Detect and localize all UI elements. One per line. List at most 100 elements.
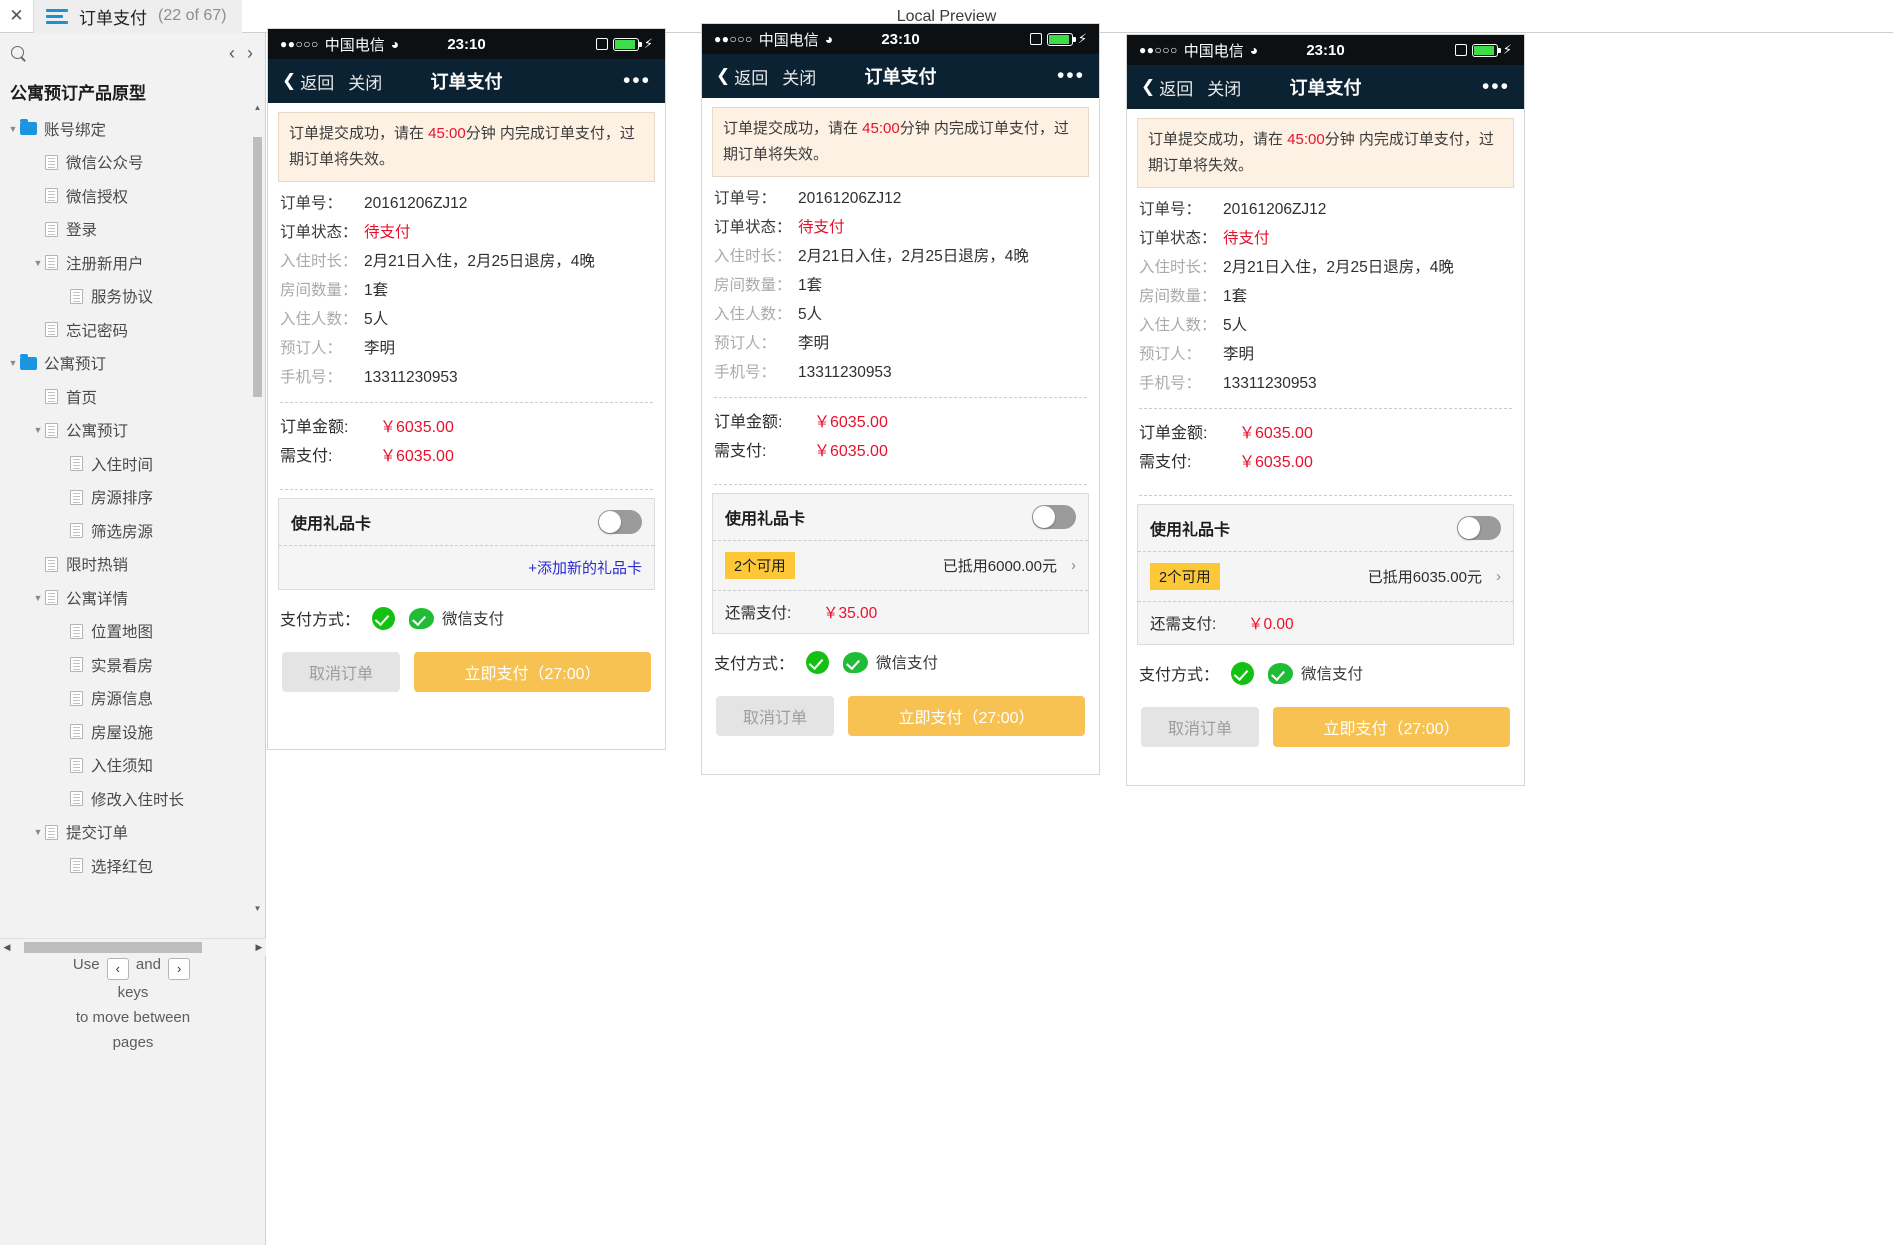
order-detail-value: 1套: [364, 282, 389, 299]
tree-item[interactable]: ▼房源信息: [0, 682, 265, 716]
order-detail-label: 手机号：: [714, 364, 777, 381]
back-button[interactable]: 返回: [734, 64, 768, 89]
tree-item[interactable]: ▼房源排序: [0, 481, 265, 515]
more-dots-icon[interactable]: •••: [1482, 75, 1510, 99]
tree-item[interactable]: ▼ 公寓预订: [0, 414, 265, 448]
close-button[interactable]: 关闭: [1207, 75, 1241, 100]
tree-item[interactable]: ▼选择红包: [0, 849, 265, 883]
cancel-order-button[interactable]: 取消订单: [716, 696, 834, 736]
sidebar-vertical-scrollbar[interactable]: ▲ ▼: [253, 103, 262, 913]
tree-item[interactable]: ▼实景看房: [0, 648, 265, 682]
tree-item[interactable]: ▼ 公寓预订: [0, 347, 265, 381]
sidebar: ‹ › 公寓预订产品原型 ▼账号绑定▼微信公众号▼微信授权▼登录▼注册新用户▼服…: [0, 33, 266, 1245]
tree-item[interactable]: ▼位置地图: [0, 615, 265, 649]
order-detail-value: 李明: [1223, 346, 1255, 363]
scroll-up-icon[interactable]: ▲: [253, 103, 262, 112]
order-detail-label: 订单号：: [1139, 201, 1202, 218]
tree-item[interactable]: ▼首页: [0, 380, 265, 414]
remaining-payable-row: 还需支付: ￥35.00: [713, 590, 1088, 633]
order-detail-label: 预订人：: [280, 340, 343, 357]
chevron-left-icon[interactable]: ❮: [716, 66, 730, 86]
tree-item[interactable]: ▼登录: [0, 213, 265, 247]
tree-item[interactable]: ▼房屋设施: [0, 715, 265, 749]
order-detail-value: 待支付: [798, 219, 845, 236]
order-detail-label: 房间数量：: [280, 282, 358, 299]
caret-down-icon[interactable]: ▼: [31, 593, 45, 603]
payable-value: ￥6035.00: [380, 448, 454, 465]
caret-down-icon[interactable]: ▼: [31, 425, 45, 435]
gift-card-toggle[interactable]: [1032, 505, 1076, 529]
search-icon[interactable]: [10, 45, 27, 62]
tree-item-label: 忘记密码: [66, 322, 129, 340]
back-button[interactable]: 返回: [1159, 75, 1193, 100]
gift-card-toggle[interactable]: [1457, 516, 1501, 540]
project-title: 公寓预订产品原型: [10, 84, 146, 103]
gift-card-toggle[interactable]: [598, 510, 642, 534]
check-circle-icon[interactable]: [372, 606, 395, 630]
cancel-order-button[interactable]: 取消订单: [282, 652, 400, 692]
tree-item[interactable]: ▼微信公众号: [0, 146, 265, 180]
tree-item[interactable]: ▼入住须知: [0, 749, 265, 783]
pay-now-button[interactable]: 立即支付（27:00）: [414, 652, 651, 692]
chevron-left-icon[interactable]: ❮: [1141, 77, 1155, 97]
close-button[interactable]: 关闭: [782, 64, 816, 89]
order-details: 订单号： 20161206ZJ12 订单状态： 待支付 入住时长： 2月21日入…: [1127, 188, 1524, 400]
gift-card-used-row[interactable]: 已抵用6035.00元 ›: [1368, 566, 1501, 587]
gift-card-used-amount: 已抵用6000.00元: [942, 558, 1057, 575]
close-icon[interactable]: ✕: [0, 0, 34, 33]
check-circle-icon[interactable]: [1231, 661, 1254, 685]
check-circle-icon[interactable]: [806, 650, 829, 674]
page-icon: [45, 590, 58, 606]
tree-item[interactable]: ▼忘记密码: [0, 313, 265, 347]
page-icon: [45, 188, 58, 204]
caret-down-icon[interactable]: ▼: [6, 124, 20, 134]
more-dots-icon[interactable]: •••: [1057, 64, 1085, 88]
tree-item[interactable]: ▼服务协议: [0, 280, 265, 314]
order-amount-label: 订单金额:: [1139, 425, 1208, 442]
caret-down-icon[interactable]: ▼: [31, 827, 45, 837]
chevron-left-icon[interactable]: ❮: [282, 71, 296, 91]
prev-page-button[interactable]: ‹: [229, 44, 235, 62]
tree-item[interactable]: ▼ 注册新用户: [0, 246, 265, 280]
tree-item[interactable]: ▼限时热销: [0, 548, 265, 582]
order-detail-value: 待支付: [364, 224, 411, 241]
order-detail-value: 1套: [1223, 288, 1248, 305]
back-button[interactable]: 返回: [300, 69, 334, 94]
order-detail-row: 入住人数： 5人: [1139, 311, 1512, 340]
order-detail-label: 入住时长：: [714, 248, 792, 265]
order-detail-row: 房间数量： 1套: [280, 276, 653, 305]
remaining-payable-value: ￥0.00: [1248, 616, 1294, 633]
tab-title: 订单支付: [79, 8, 147, 28]
tree-item-label: 实景看房: [91, 657, 154, 675]
scroll-down-icon[interactable]: ▼: [253, 904, 262, 913]
add-gift-card-link[interactable]: +添加新的礼品卡: [528, 557, 642, 578]
more-dots-icon[interactable]: •••: [623, 69, 651, 93]
tree-item[interactable]: ▼ 公寓详情: [0, 581, 265, 615]
tree-item[interactable]: ▼修改入住时长: [0, 782, 265, 816]
caret-down-icon[interactable]: ▼: [6, 358, 20, 368]
alert-countdown: 45:00: [1287, 131, 1325, 148]
pay-now-button[interactable]: 立即支付（27:00）: [848, 696, 1085, 736]
tree-item-label: 限时热销: [66, 557, 129, 575]
pay-now-button[interactable]: 立即支付（27:00）: [1273, 707, 1510, 747]
tree-item-label: 公寓详情: [66, 590, 129, 608]
tree-item[interactable]: ▼入住时间: [0, 447, 265, 481]
active-tab[interactable]: 订单支付 (22 of 67): [34, 0, 243, 33]
page-icon: [45, 556, 58, 572]
tree-item[interactable]: ▼筛选房源: [0, 514, 265, 548]
gift-card-used-row[interactable]: 已抵用6000.00元 ›: [943, 555, 1076, 576]
chevron-right-icon[interactable]: ›: [1071, 557, 1076, 574]
next-page-button[interactable]: ›: [247, 44, 253, 62]
scrollbar-thumb[interactable]: [253, 137, 262, 397]
payment-method-label: 支付方式：: [1139, 667, 1220, 684]
payable-value: ￥6035.00: [814, 443, 888, 460]
tree-item[interactable]: ▼ 提交订单: [0, 816, 265, 850]
cancel-order-button[interactable]: 取消订单: [1141, 707, 1259, 747]
chevron-right-icon[interactable]: ›: [1496, 568, 1501, 585]
close-button[interactable]: 关闭: [348, 69, 382, 94]
hamburger-icon[interactable]: [46, 8, 68, 24]
caret-down-icon[interactable]: ▼: [31, 258, 45, 268]
tree-item[interactable]: ▼微信授权: [0, 179, 265, 213]
page-icon: [70, 791, 83, 807]
tree-item[interactable]: ▼ 账号绑定: [0, 112, 265, 146]
